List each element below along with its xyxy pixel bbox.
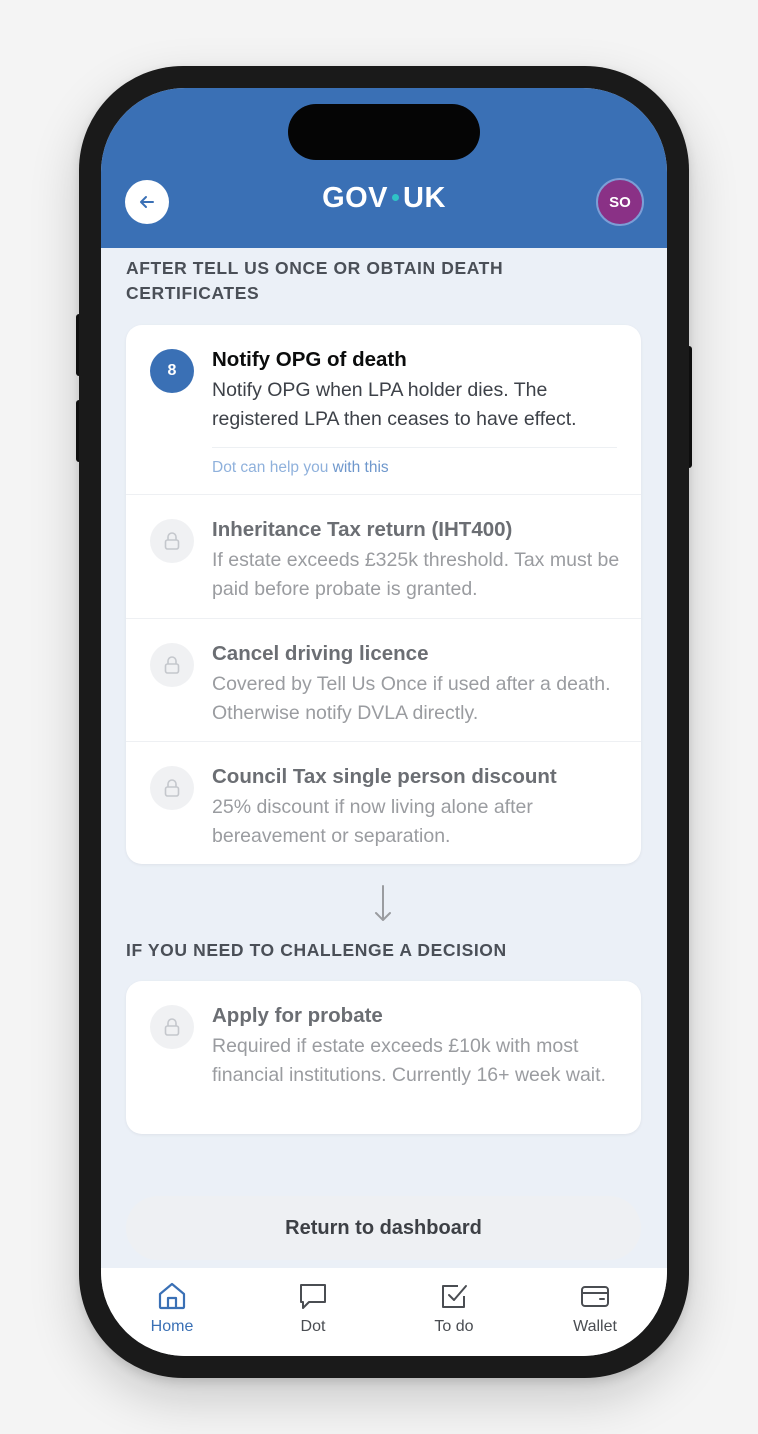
return-to-dashboard-button[interactable]: Return to dashboard [126, 1196, 641, 1260]
task-description: Covered by Tell Us Once if used after a … [212, 673, 611, 724]
nav-label: Wallet [573, 1318, 617, 1335]
task-card-section1: 8 Notify OPG of death Notify OPG when LP… [126, 325, 641, 864]
phone-screen: GOV UK SO AFTER TELL US ONCE OR OBTAIN DE… [101, 88, 667, 1356]
govuk-logo: GOV UK [101, 182, 667, 215]
dot-help-link[interactable]: Dot can help you with this [212, 459, 389, 477]
lock-icon [164, 656, 180, 674]
task-card-section2: Apply for probate Required if estate exc… [126, 981, 641, 1134]
logo-text-right: UK [403, 182, 446, 214]
task-title: Apply for probate [212, 1004, 383, 1027]
lock-badge [150, 1005, 194, 1049]
section-title-challenge-decision: IF YOU NEED TO CHALLENGE A DECISION [126, 940, 507, 960]
nav-label: Dot [300, 1318, 326, 1335]
help-link-prefix: Dot can help you [212, 459, 333, 476]
nav-home[interactable]: Home [122, 1280, 222, 1346]
task-cancel-driving-licence: Cancel driving licence Covered by Tell U… [126, 619, 641, 741]
lock-badge [150, 643, 194, 687]
task-title: Cancel driving licence [212, 642, 429, 665]
task-description: If estate exceeds £325k threshold. Tax m… [212, 549, 620, 600]
task-council-tax-discount: Council Tax single person discount 25% d… [126, 742, 641, 864]
task-description: Notify OPG when LPA holder dies. The reg… [212, 379, 577, 430]
arrow-down-icon [375, 885, 391, 921]
lock-icon [164, 1018, 180, 1036]
logo-dot [392, 193, 400, 201]
nav-label: To do [434, 1318, 474, 1335]
logo-text-left: GOV [322, 182, 389, 214]
task-title: Inheritance Tax return (IHT400) [212, 518, 513, 541]
divider [212, 447, 617, 448]
task-inheritance-tax: Inheritance Tax return (IHT400) If estat… [126, 495, 641, 618]
bottom-nav: Home Dot To do Wallet [101, 1268, 667, 1356]
task-description: 25% discount if now living alone after b… [212, 796, 533, 847]
stage: GOV UK SO AFTER TELL US ONCE OR OBTAIN DE… [0, 0, 758, 1434]
step-number-badge: 8 [150, 349, 194, 393]
lock-badge [150, 519, 194, 563]
section-title-after-tell-us-once: AFTER TELL US ONCE OR OBTAIN DEATH CERTI… [126, 258, 504, 303]
checkbox-icon [442, 1285, 467, 1308]
help-link-strong: with this [332, 459, 389, 476]
wallet-icon [581, 1286, 609, 1307]
lock-icon [164, 779, 180, 797]
task-title: Council Tax single person discount [212, 765, 557, 788]
user-avatar[interactable]: SO [596, 178, 644, 226]
task-title: Notify OPG of death [212, 348, 407, 371]
task-notify-opg[interactable]: 8 Notify OPG of death Notify OPG when LP… [126, 325, 641, 494]
nav-label: Home [150, 1318, 194, 1335]
chat-icon [300, 1284, 326, 1309]
lock-icon [164, 532, 180, 550]
nav-to-do[interactable]: To do [404, 1280, 504, 1346]
dynamic-island [288, 104, 480, 160]
nav-dot[interactable]: Dot [263, 1280, 363, 1346]
nav-wallet[interactable]: Wallet [545, 1280, 645, 1346]
home-icon [158, 1282, 186, 1310]
task-apply-for-probate: Apply for probate Required if estate exc… [126, 981, 641, 1134]
task-description: Required if estate exceeds £10k with mos… [212, 1035, 606, 1086]
lock-badge [150, 766, 194, 810]
